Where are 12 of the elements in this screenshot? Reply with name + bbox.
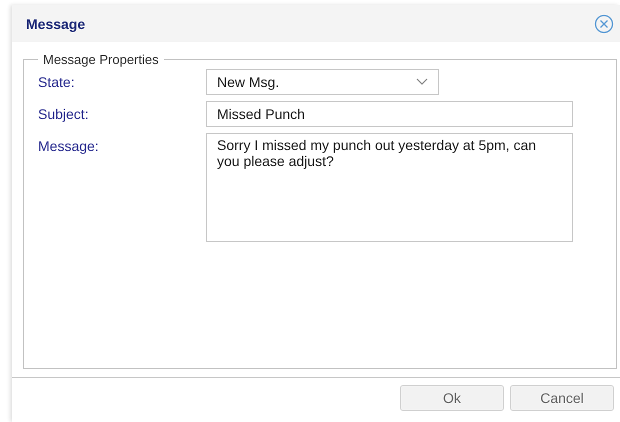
group-legend: Message Properties [38,52,164,67]
state-dropdown[interactable]: New Msg. [206,69,439,95]
close-icon[interactable] [594,14,614,34]
message-field[interactable]: Sorry I missed my punch out yesterday at 5pm, can you please adjust? [206,133,573,242]
field-label: State: [38,73,76,90]
field-label: Message: [38,137,100,154]
window-title: Message [26,16,86,32]
ok-button[interactable]: Ok [400,385,504,411]
cancel-button[interactable]: Cancel [510,385,614,411]
chevron-down-icon [416,78,428,86]
field-label: Subject: [38,105,90,122]
subject-field[interactable]: Missed Punch [206,101,573,127]
